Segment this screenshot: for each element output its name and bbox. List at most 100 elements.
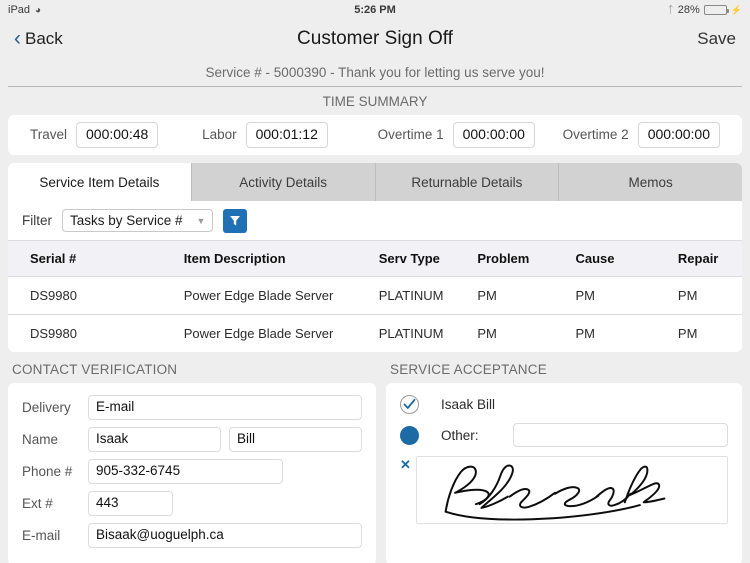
cell-serv-type: PLATINUM [378,276,478,315]
email-label: E-mail [22,528,61,543]
delivery-label: Delivery [22,400,71,415]
device-name: iPad [8,4,31,16]
acceptance-other-label: Other: [441,427,479,443]
delivery-field[interactable]: E-mail [88,395,362,420]
column-header-serial[interactable]: Serial # [8,241,184,277]
contact-verification-title: CONTACT VERIFICATION [12,362,178,377]
tab-memos[interactable]: Memos [559,163,742,201]
cell-serial: DS9980 [30,326,77,341]
time-value-labor[interactable]: 000:01:12 [245,122,328,148]
table-body: DS9980 Power Edge Blade Server PLATINUM … [8,276,742,353]
name-label: Name [22,432,59,447]
bluetooth-icon: ᛏ [667,4,674,16]
cell-cause: PM [575,326,595,341]
cell-serial: DS9980 [8,276,184,315]
time-field-overtime-2: Overtime 2 000:00:00 [560,122,720,148]
time-summary-title: TIME SUMMARY [322,94,428,109]
time-field-overtime-1: Overtime 1 000:00:00 [377,122,560,148]
cell-serv-type: PLATINUM [378,326,444,341]
time-summary-row: Travel 000:00:48 Labor 000:01:12 Overtim… [8,115,742,155]
filter-select[interactable]: Tasks by Service # ▼ [62,209,214,232]
time-summary-card: Travel 000:00:48 Labor 000:01:12 Overtim… [8,115,742,155]
acceptance-option-person[interactable]: Isaak Bill [400,395,728,414]
time-field-labor: Labor 000:01:12 [202,122,378,148]
navigation-bar: ‹ Back Customer Sign Off Save [0,20,750,58]
battery-icon [703,5,729,15]
details-card: Service Item Details Activity Details Re… [8,163,742,352]
phone-field[interactable]: 905-332-6745 [88,459,283,484]
ext-field[interactable]: 443 [88,491,173,516]
service-acceptance-title: SERVICE ACCEPTANCE [390,362,547,377]
status-bar-left: iPad ◕ [8,4,354,16]
filter-row: Filter Tasks by Service # ▼ [8,201,742,241]
ext-label: Ext # [22,496,53,511]
table-row[interactable]: DS9980 Power Edge Blade Server PLATINUM … [8,276,742,315]
email-field[interactable]: Bisaak@uoguelph.ca [88,523,362,548]
phone-label: Phone # [22,464,73,479]
acceptance-person-label: Isaak Bill [441,397,496,412]
cell-repair: PM [677,326,698,341]
time-label-overtime-1: Overtime 1 [377,127,444,143]
service-banner: Service # - 5000390 - Thank you for lett… [205,64,545,80]
time-value-overtime-2[interactable]: 000:00:00 [637,122,720,148]
column-header-description[interactable]: Item Description [183,241,379,277]
table-row[interactable]: DS9980 Power Edge Blade Server PLATINUM … [8,315,742,353]
acceptance-other-input[interactable] [513,423,728,447]
handwritten-signature [444,464,666,521]
save-button[interactable]: Save [697,29,736,49]
table-header: Serial # Item Description Serv Type Prob… [8,241,742,277]
column-header-repair[interactable]: Repair [677,241,742,277]
contact-verification-card: Delivery E-mail Name Isaak Bill Phone # … [8,383,376,563]
signature-area: ✕ [400,456,728,524]
field-row-email: E-mail Bisaak@uoguelph.ca [22,523,362,548]
time-value-overtime-1[interactable]: 000:00:00 [452,122,535,148]
filter-select-value: Tasks by Service # [70,213,183,228]
field-row-delivery: Delivery E-mail [22,395,362,420]
time-label-labor: Labor [202,127,237,143]
service-acceptance-panel: SERVICE ACCEPTANCE Isaak Bill Other: ✕ [386,362,742,563]
tab-returnable-details[interactable]: Returnable Details [375,163,560,201]
time-label-overtime-2: Overtime 2 [562,127,629,143]
funnel-icon [230,215,241,225]
time-field-travel: Travel 000:00:48 [30,122,202,148]
cell-problem: PM [477,276,576,315]
charging-bolt-icon: ⚡ [730,4,743,15]
column-header-problem[interactable]: Problem [477,241,576,277]
radio-other[interactable] [400,425,419,445]
column-header-serv-type[interactable]: Serv Type [378,241,478,277]
tab-service-item-details[interactable]: Service Item Details [8,163,192,201]
field-row-name: Name Isaak Bill [22,427,362,452]
status-bar-right: ᛏ 28% ⚡ [396,4,742,16]
field-row-ext: Ext # 443 [22,491,362,516]
back-button-label: Back [25,29,63,48]
chevron-down-icon: ▼ [196,215,206,226]
chevron-left-icon: ‹ [14,26,21,50]
time-label-travel: Travel [30,127,68,143]
service-items-table: Serial # Item Description Serv Type Prob… [8,241,742,352]
page-title: Customer Sign Off [297,28,453,49]
filter-label: Filter [22,213,52,228]
first-name-field[interactable]: Isaak [88,427,221,452]
battery-percent: 28% [677,4,700,16]
cell-repair: PM [677,276,742,315]
acceptance-option-other[interactable]: Other: [400,423,728,447]
close-x-icon[interactable]: ✕ [400,456,416,471]
cell-problem: PM [477,326,497,341]
cell-description: Power Edge Blade Server [183,276,379,315]
back-button[interactable]: ‹ Back [14,26,63,50]
cell-description: Power Edge Blade Server [183,326,334,341]
status-bar-time: 5:26 PM [354,4,396,16]
tab-bar: Service Item Details Activity Details Re… [8,163,742,201]
contact-verification-panel: CONTACT VERIFICATION Delivery E-mail Nam… [8,362,376,563]
time-value-travel[interactable]: 000:00:48 [76,122,159,148]
last-name-field[interactable]: Bill [229,427,362,452]
apply-filter-button[interactable] [223,208,248,233]
wifi-icon: ◕ [35,4,42,16]
column-header-cause[interactable]: Cause [575,241,678,277]
cell-cause: PM [575,276,678,315]
signature-canvas[interactable] [416,456,728,524]
bottom-panels: CONTACT VERIFICATION Delivery E-mail Nam… [0,362,750,563]
table-header-row: Serial # Item Description Serv Type Prob… [8,241,742,277]
radio-person-selected[interactable] [400,395,419,414]
tab-activity-details[interactable]: Activity Details [191,163,376,201]
